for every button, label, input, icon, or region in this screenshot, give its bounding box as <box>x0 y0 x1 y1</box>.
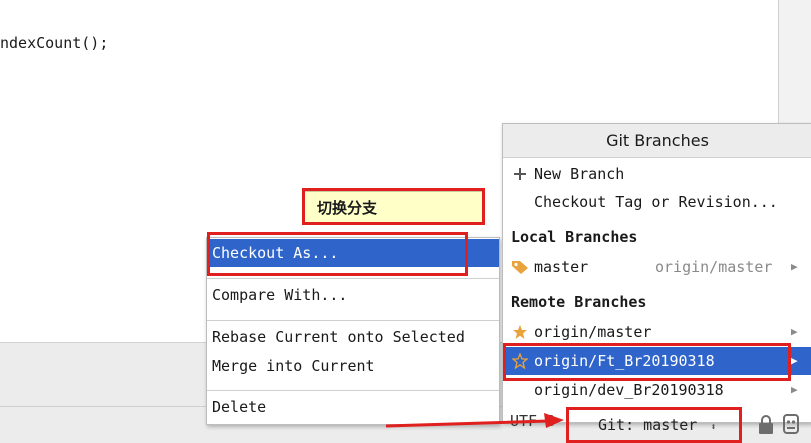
plus-icon <box>511 160 529 188</box>
annotation-box-checkout <box>207 232 468 276</box>
submenu-arrow-icon: ▶ <box>791 354 798 367</box>
menu-separator <box>207 320 499 321</box>
checkout-tag-item[interactable]: Checkout Tag or Revision... <box>503 188 811 216</box>
annotation-box-git-widget <box>566 407 742 443</box>
menu-separator <box>207 278 499 279</box>
code-line: ndexCount(); <box>0 34 109 52</box>
local-branches-header: Local Branches <box>511 228 638 246</box>
star-filled-icon <box>511 318 529 346</box>
submenu-arrow-icon: ▶ <box>791 383 798 396</box>
compare-with-item[interactable]: Compare With... <box>207 281 499 309</box>
lock-icon[interactable] <box>756 414 776 436</box>
local-branch-master[interactable]: master origin/master ▶ <box>503 253 811 281</box>
new-branch-item[interactable]: New Branch <box>503 160 811 188</box>
annotation-box-note <box>302 188 485 225</box>
new-branch-label: New Branch <box>534 165 625 183</box>
branch-label: master <box>534 258 589 276</box>
remote-branches-header: Remote Branches <box>511 293 647 311</box>
branch-label: origin/master <box>534 323 652 341</box>
popup-title: Git Branches <box>503 124 811 158</box>
remote-branch-origin-master[interactable]: origin/master ▶ <box>503 318 811 346</box>
inspector-icon[interactable] <box>780 412 802 436</box>
annotation-box-branch <box>503 343 791 381</box>
checkout-tag-label: Checkout Tag or Revision... <box>534 193 778 211</box>
submenu-arrow-icon: ▶ <box>791 260 798 273</box>
menu-separator <box>207 390 499 391</box>
submenu-arrow-icon: ▶ <box>791 325 798 338</box>
merge-item[interactable]: Merge into Current <box>207 352 499 380</box>
rebase-item[interactable]: Rebase Current onto Selected <box>207 323 499 351</box>
tag-icon <box>511 253 529 281</box>
tracking-branch: origin/master <box>655 258 773 276</box>
annotation-arrow <box>385 413 564 428</box>
